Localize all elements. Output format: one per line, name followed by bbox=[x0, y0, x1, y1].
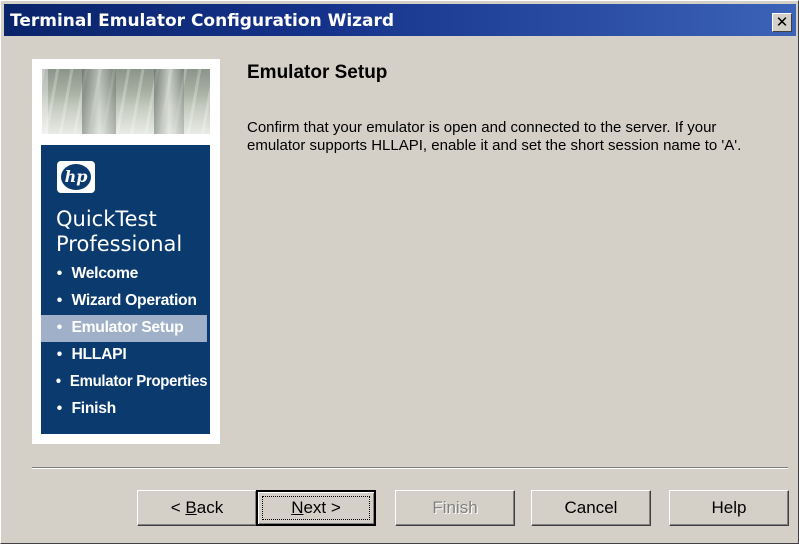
step-item-wizard-operation: • Wizard Operation bbox=[41, 288, 207, 315]
next-label-rest: ext > bbox=[303, 498, 341, 517]
page-description: Confirm that your emulator is open and c… bbox=[247, 119, 742, 154]
step-item-hllapi: • HLLAPI bbox=[41, 342, 207, 369]
close-button[interactable]: ✕ bbox=[772, 13, 792, 32]
step-item-emulator-properties: • Emulator Properties bbox=[41, 369, 208, 396]
next-button[interactable]: Next > bbox=[256, 490, 376, 526]
sidebar-panel: hp QuickTest Professional • Welcome • Wiza… bbox=[32, 59, 220, 444]
help-label: Help bbox=[711, 498, 747, 517]
button-separator bbox=[32, 467, 788, 469]
finish-label: Finish bbox=[432, 498, 478, 517]
step-label: HLLAPI bbox=[71, 346, 127, 363]
help-button[interactable]: Help bbox=[669, 490, 789, 526]
bullet-icon: • bbox=[55, 373, 61, 390]
close-icon: ✕ bbox=[775, 13, 789, 31]
back-mnemonic: B bbox=[185, 498, 197, 517]
wizard-steps-list: • Welcome • Wizard Operation • Emulator Set… bbox=[41, 261, 210, 423]
title-bar[interactable]: Terminal Emulator Configuration Wizard ✕ bbox=[4, 4, 796, 36]
step-item-finish: • Finish bbox=[41, 396, 207, 423]
finish-button[interactable]: Finish bbox=[395, 490, 515, 526]
bullet-icon: • bbox=[56, 319, 63, 336]
step-label: Wizard Operation bbox=[71, 292, 197, 309]
product-name: QuickTest Professional bbox=[56, 207, 183, 256]
bullet-icon: • bbox=[56, 265, 63, 282]
page-title: Emulator Setup bbox=[247, 62, 388, 83]
step-label: Emulator Properties bbox=[69, 373, 208, 390]
hp-logo-text: hp bbox=[61, 164, 91, 190]
step-item-welcome: • Welcome bbox=[41, 261, 207, 288]
back-prefix: < bbox=[170, 498, 186, 517]
hp-logo: hp bbox=[57, 161, 95, 193]
step-label: Welcome bbox=[71, 265, 139, 282]
back-button[interactable]: < Back bbox=[137, 490, 257, 526]
bullet-icon: • bbox=[56, 346, 63, 363]
cancel-button[interactable]: Cancel bbox=[531, 490, 651, 526]
window-title: Terminal Emulator Configuration Wizard bbox=[10, 11, 395, 31]
wizard-window: Terminal Emulator Configuration Wizard ✕… bbox=[0, 0, 799, 544]
sidebar-steps-panel: hp QuickTest Professional • Welcome • Wiza… bbox=[41, 145, 210, 434]
next-mnemonic: N bbox=[291, 498, 304, 517]
step-label: Finish bbox=[71, 400, 116, 417]
bullet-icon: • bbox=[56, 400, 63, 417]
bullet-icon: • bbox=[56, 292, 63, 309]
step-label: Emulator Setup bbox=[71, 319, 184, 336]
cancel-label: Cancel bbox=[564, 498, 618, 517]
back-label-rest: ack bbox=[196, 498, 224, 517]
sidebar-banner-image bbox=[42, 69, 210, 134]
step-item-emulator-setup: • Emulator Setup bbox=[41, 315, 207, 342]
